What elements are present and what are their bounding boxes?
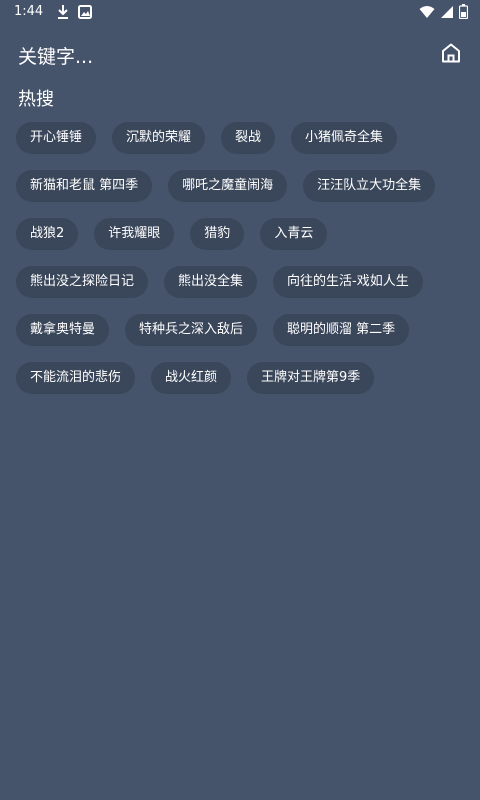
hot-search-title: 热搜 — [18, 89, 54, 110]
status-time: 1:44 — [14, 4, 44, 19]
header: 关键字... — [0, 38, 480, 74]
hot-search-tag[interactable]: 熊出没全集 — [164, 266, 258, 298]
wifi-icon — [419, 5, 435, 19]
hot-search-tag[interactable]: 战火红颜 — [151, 362, 232, 394]
home-icon — [440, 42, 462, 68]
image-notification-icon — [78, 5, 92, 19]
search-input[interactable]: 关键字... — [18, 42, 93, 69]
hot-search-tag[interactable]: 许我耀眼 — [94, 218, 175, 250]
status-right-icons — [419, 4, 468, 19]
hot-search-tag[interactable]: 入青云 — [260, 218, 328, 250]
hot-search-tag[interactable]: 熊出没之探险日记 — [16, 266, 149, 298]
hot-search-tag[interactable]: 新猫和老鼠 第四季 — [16, 170, 153, 202]
hot-search-tag[interactable]: 汪汪队立大功全集 — [303, 170, 436, 202]
cell-signal-icon — [441, 5, 453, 19]
hot-search-tag[interactable]: 王牌对王牌第9季 — [247, 362, 375, 394]
hot-search-tag[interactable]: 裂战 — [221, 122, 276, 154]
hot-search-tag[interactable]: 开心锤锤 — [16, 122, 97, 154]
hot-search-tag[interactable]: 哪吒之魔童闹海 — [168, 170, 288, 202]
status-bar: 1:44 — [0, 0, 480, 26]
battery-icon — [459, 4, 468, 19]
hot-search-tag[interactable]: 小猪佩奇全集 — [291, 122, 398, 154]
home-button[interactable] — [438, 42, 464, 68]
hot-search-tag[interactable]: 特种兵之深入敌后 — [125, 314, 258, 346]
hot-search-tag[interactable]: 不能流泪的悲伤 — [16, 362, 136, 394]
hot-search-tag[interactable]: 向往的生活-戏如人生 — [273, 266, 423, 298]
download-icon — [56, 4, 70, 20]
status-left-icons — [56, 4, 92, 20]
hot-search-tags: 开心锤锤 沉默的荣耀 裂战 小猪佩奇全集 新猫和老鼠 第四季 哪吒之魔童闹海 汪… — [16, 122, 468, 394]
hot-search-tag[interactable]: 聪明的顺溜 第二季 — [273, 314, 410, 346]
hot-search-tag[interactable]: 戴拿奥特曼 — [16, 314, 110, 346]
hot-search-tag[interactable]: 战狼2 — [16, 218, 79, 250]
hot-search-tag[interactable]: 猎豹 — [190, 218, 245, 250]
hot-search-tag[interactable]: 沉默的荣耀 — [112, 122, 206, 154]
